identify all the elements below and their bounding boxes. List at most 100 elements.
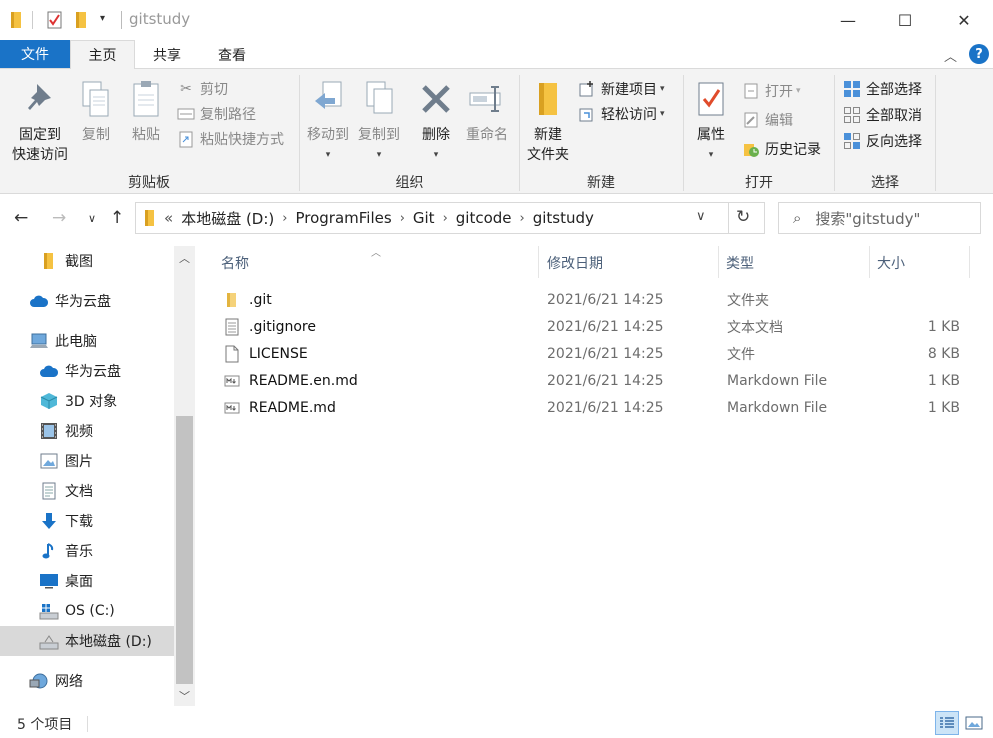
maximize-button[interactable]: ☐ <box>876 0 934 40</box>
move-to-button[interactable]: 移动到 ▾ <box>304 75 352 165</box>
properties-icon[interactable] <box>47 11 63 33</box>
nav-item-network[interactable]: 网络 <box>0 666 174 696</box>
up-arrow-icon[interactable]: ↑ <box>110 208 124 228</box>
scroll-up-icon[interactable]: ︿ <box>174 248 195 268</box>
select-none-button[interactable]: 全部取消 <box>842 103 922 127</box>
tab-file[interactable]: 文件 <box>0 40 70 68</box>
organize-group-label: 组织 <box>395 175 424 191</box>
nav-item-this-pc[interactable]: 此电脑 <box>0 326 174 356</box>
paste-shortcut-icon <box>176 129 196 149</box>
music-icon <box>39 541 59 561</box>
forward-arrow-icon[interactable]: → <box>52 208 66 228</box>
file-type: 文件 <box>727 346 755 363</box>
rename-button[interactable]: 重命名 <box>462 75 512 145</box>
nav-item-desktop[interactable]: 桌面 <box>0 566 174 596</box>
address-bar[interactable]: « 本地磁盘 (D:) › ProgramFiles › Git › gitco… <box>135 202 765 234</box>
copy-path-button[interactable]: 复制路径 <box>176 102 256 126</box>
pin-icon <box>25 75 55 123</box>
nav-item-documents[interactable]: 文档 <box>0 476 174 506</box>
move-to-icon <box>311 75 345 123</box>
large-icons-view-button[interactable] <box>962 711 986 735</box>
item-count: 5 个项目 <box>17 717 73 733</box>
nav-item-huawei-cloud[interactable]: 华为云盘 <box>0 286 174 316</box>
properties-button[interactable]: 属性 ▾ <box>690 75 732 165</box>
search-input[interactable]: ⌕ 搜索"gitstudy" <box>778 202 981 234</box>
copy-to-button[interactable]: 复制到 ▾ <box>355 75 403 165</box>
breadcrumb-overflow-icon[interactable]: « <box>164 209 173 227</box>
breadcrumb-separator-icon[interactable]: › <box>400 211 405 226</box>
select-all-button[interactable]: 全部选择 <box>842 77 922 101</box>
table-row[interactable]: .gitignore 2021/6/21 14:25 文本文档 1 KB <box>195 313 993 340</box>
tab-share[interactable]: 共享 <box>136 40 198 69</box>
table-row[interactable]: README.en.md 2021/6/21 14:25 Markdown Fi… <box>195 367 993 394</box>
delete-button[interactable]: 删除 ▾ <box>416 75 456 165</box>
new-folder-icon[interactable] <box>75 11 89 33</box>
navigation-bar: ← → ∨ ↑ « 本地磁盘 (D:) › ProgramFiles › Git… <box>0 194 993 246</box>
file-size: 1 KB <box>927 399 960 416</box>
breadcrumb-separator-icon[interactable]: › <box>282 211 287 226</box>
table-row[interactable]: .git 2021/6/21 14:25 文件夹 <box>195 286 993 313</box>
recent-locations-dropdown-icon[interactable]: ∨ <box>88 212 96 225</box>
pin-to-quick-access-button[interactable]: 固定到 快速访问 <box>8 75 72 165</box>
collapse-ribbon-icon[interactable]: ︿ <box>944 46 957 65</box>
nav-pane-scrollbar[interactable]: ︿ ﹀ <box>174 246 195 706</box>
nav-item-music[interactable]: 音乐 <box>0 536 174 566</box>
file-modified: 2021/6/21 14:25 <box>547 345 664 362</box>
table-row[interactable]: README.md 2021/6/21 14:25 Markdown File … <box>195 394 993 421</box>
file-name: .git <box>249 291 272 308</box>
cut-button[interactable]: ✂ 剪切 <box>176 77 228 101</box>
address-history-dropdown-icon[interactable]: ∨ <box>696 209 706 224</box>
select-none-icon <box>842 105 862 125</box>
minimize-button[interactable]: — <box>819 0 877 40</box>
edit-icon <box>741 110 761 130</box>
text-file-icon <box>224 318 240 336</box>
breadcrumb-item[interactable]: Git <box>413 209 435 227</box>
new-folder-button[interactable]: 新建 文件夹 <box>524 75 572 165</box>
nav-item-downloads[interactable]: 下载 <box>0 506 174 536</box>
copy-button[interactable]: 复制 <box>76 75 116 145</box>
customize-quick-access-dropdown[interactable]: ▾ <box>100 13 105 24</box>
breadcrumb-item[interactable]: gitcode <box>456 209 512 227</box>
ribbon: 固定到 快速访问 复制 粘贴 ✂ 剪切 复制路径 粘贴快捷方式 剪贴板 移动到 … <box>0 68 993 194</box>
nav-item-pictures[interactable]: 图片 <box>0 446 174 476</box>
open-button[interactable]: 打开 ▾ <box>741 79 801 103</box>
column-header-name[interactable]: 名称 <box>221 246 537 280</box>
close-button[interactable]: ✕ <box>935 0 993 40</box>
paste-button[interactable]: 粘贴 <box>126 75 166 145</box>
desktop-icon <box>39 571 59 591</box>
paste-shortcut-button[interactable]: 粘贴快捷方式 <box>176 127 284 151</box>
copy-to-icon <box>362 75 396 123</box>
file-type: Markdown File <box>727 372 828 389</box>
nav-item-screenshots[interactable]: 截图 <box>0 246 174 276</box>
delete-x-icon <box>420 75 452 123</box>
network-icon <box>29 671 49 691</box>
breadcrumb-item[interactable]: ProgramFiles <box>295 209 391 227</box>
nav-item-3d-objects[interactable]: 3D 对象 <box>0 386 174 416</box>
breadcrumb-separator-icon[interactable]: › <box>520 211 525 226</box>
nav-item-os-drive[interactable]: OS (C:) <box>0 596 174 626</box>
scrollbar-thumb[interactable] <box>176 416 193 684</box>
breadcrumb-separator-icon[interactable]: › <box>443 211 448 226</box>
refresh-icon[interactable]: ↻ <box>736 207 750 227</box>
nav-item-videos[interactable]: 视频 <box>0 416 174 446</box>
breadcrumb-item[interactable]: gitstudy <box>533 209 594 227</box>
back-arrow-icon[interactable]: ← <box>14 208 28 228</box>
nav-item-huawei-cloud-pc[interactable]: 华为云盘 <box>0 356 174 386</box>
column-header-type[interactable]: 类型 <box>726 246 868 280</box>
invert-selection-button[interactable]: 反向选择 <box>842 129 922 153</box>
help-button[interactable]: ? <box>969 44 989 64</box>
table-row[interactable]: LICENSE 2021/6/21 14:25 文件 8 KB <box>195 340 993 367</box>
tab-home[interactable]: 主页 <box>70 40 135 69</box>
column-header-modified[interactable]: 修改日期 <box>547 246 717 280</box>
scroll-down-icon[interactable]: ﹀ <box>174 686 195 706</box>
breadcrumb-item[interactable]: 本地磁盘 (D:) <box>181 208 274 229</box>
history-button[interactable]: 历史记录 <box>741 137 821 161</box>
easy-access-button[interactable]: 轻松访问 ▾ <box>577 102 665 126</box>
edit-button[interactable]: 编辑 <box>741 108 793 132</box>
new-item-button[interactable]: 新建项目 ▾ <box>577 77 665 101</box>
details-view-button[interactable] <box>935 711 959 735</box>
invert-selection-icon <box>842 131 862 151</box>
column-header-size[interactable]: 大小 <box>877 246 967 280</box>
tab-view[interactable]: 查看 <box>201 40 263 69</box>
nav-item-local-disk-d[interactable]: 本地磁盘 (D:) <box>0 626 174 656</box>
